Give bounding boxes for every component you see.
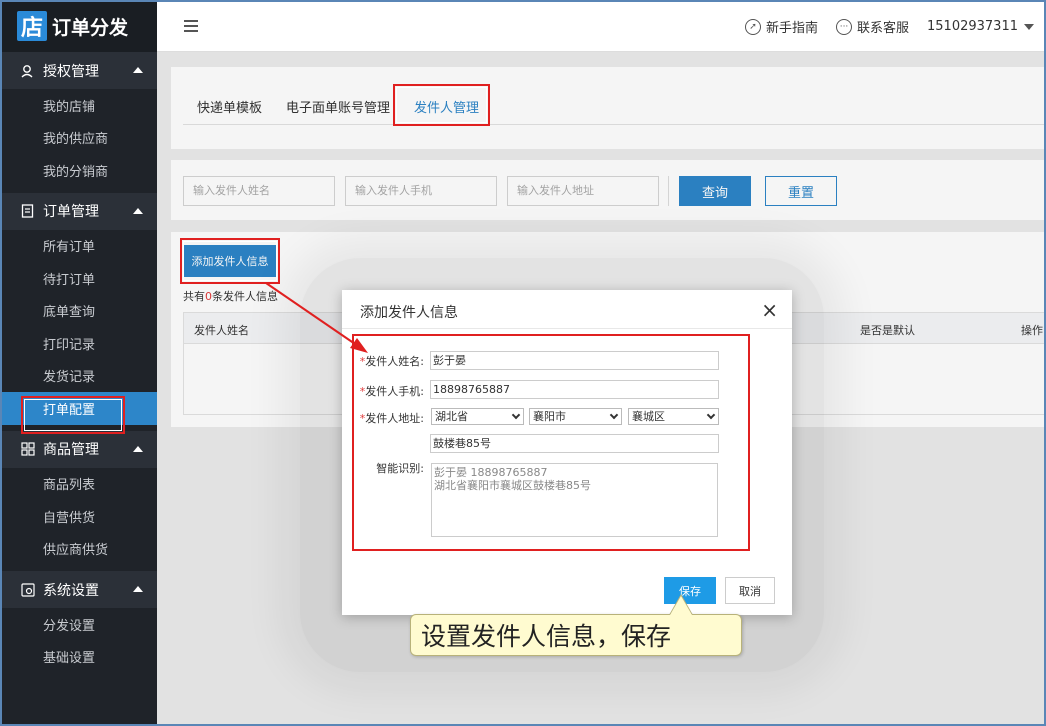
service-label: 联系客服 (857, 21, 910, 36)
account-label: 15102937311 (927, 19, 1018, 34)
sidebar-group-auth[interactable]: 授权管理 (0, 52, 157, 89)
sidebar-item-all-orders[interactable]: 所有订单 (0, 230, 157, 263)
sidebar-group-label: 订单管理 (43, 204, 99, 220)
collapse-caret-icon (133, 445, 143, 452)
callout-tail (670, 596, 692, 615)
order-list-icon (20, 203, 36, 219)
logo: 店 订单分发 (0, 0, 157, 52)
highlight-tab (393, 84, 490, 126)
highlight-sidebar-item (21, 396, 125, 434)
topbar: ➚ 新手指南 ··· 联系客服 15102937311 (157, 0, 1046, 52)
menu-toggle-icon[interactable] (184, 20, 198, 35)
grid-icon (20, 441, 36, 457)
sidebar-group-orders[interactable]: 订单管理 (0, 192, 157, 230)
logo-icon: 店 (17, 11, 47, 41)
sidebar-item-my-distributor[interactable]: 我的分销商 (0, 154, 157, 187)
sidebar-group-settings[interactable]: 系统设置 (0, 571, 157, 608)
sidebar-group-label: 系统设置 (43, 582, 99, 599)
compass-icon: ➚ (744, 18, 761, 35)
collapse-caret-icon (133, 207, 143, 214)
sidebar-item-supplier-supply[interactable]: 供应商供货 (0, 533, 157, 566)
user-key-icon (20, 63, 36, 79)
app-title: 订单分发 (52, 16, 129, 39)
sidebar-group-label: 授权管理 (43, 63, 99, 80)
guide-label: 新手指南 (765, 21, 818, 36)
instruction-callout: 设置发件人信息，保存 (410, 614, 742, 656)
dialog-title: 添加发件人信息 (360, 305, 458, 321)
chat-icon: ··· (836, 18, 852, 35)
account-dropdown[interactable]: 15102937311 (927, 19, 1034, 34)
sidebar-group-products[interactable]: 商品管理 (0, 430, 157, 468)
sidebar: 店 订单分发 授权管理 我的店铺 我的供应商 我的分销商 订单管理 所有订单 待… (0, 0, 157, 726)
sidebar-item-pending-print[interactable]: 待打订单 (0, 262, 157, 295)
sidebar-item-my-shop[interactable]: 我的店铺 (0, 89, 157, 122)
sidebar-group-label: 商品管理 (43, 442, 99, 458)
close-icon[interactable]: × (761, 298, 778, 322)
sidebar-item-dist-settings[interactable]: 分发设置 (0, 608, 157, 641)
sidebar-item-my-supplier[interactable]: 我的供应商 (0, 122, 157, 155)
dialog-divider (342, 328, 792, 329)
sidebar-item-receipt-query[interactable]: 底单查询 (0, 295, 157, 328)
sidebar-item-print-log[interactable]: 打印记录 (0, 327, 157, 360)
chevron-down-icon (1024, 23, 1034, 30)
sidebar-item-product-list[interactable]: 商品列表 (0, 468, 157, 501)
sidebar-item-ship-log[interactable]: 发货记录 (0, 360, 157, 393)
highlight-form (352, 334, 750, 551)
cancel-button[interactable]: 取消 (725, 577, 775, 604)
sidebar-item-self-supply[interactable]: 自营供货 (0, 500, 157, 533)
collapse-caret-icon (133, 67, 143, 73)
guide-link[interactable]: ➚ 新手指南 (744, 17, 818, 36)
highlight-add-button (180, 238, 280, 284)
collapse-caret-icon (133, 586, 143, 592)
service-link[interactable]: ··· 联系客服 (836, 17, 909, 36)
settings-icon (20, 582, 36, 598)
sidebar-item-basic-settings[interactable]: 基础设置 (0, 641, 157, 674)
